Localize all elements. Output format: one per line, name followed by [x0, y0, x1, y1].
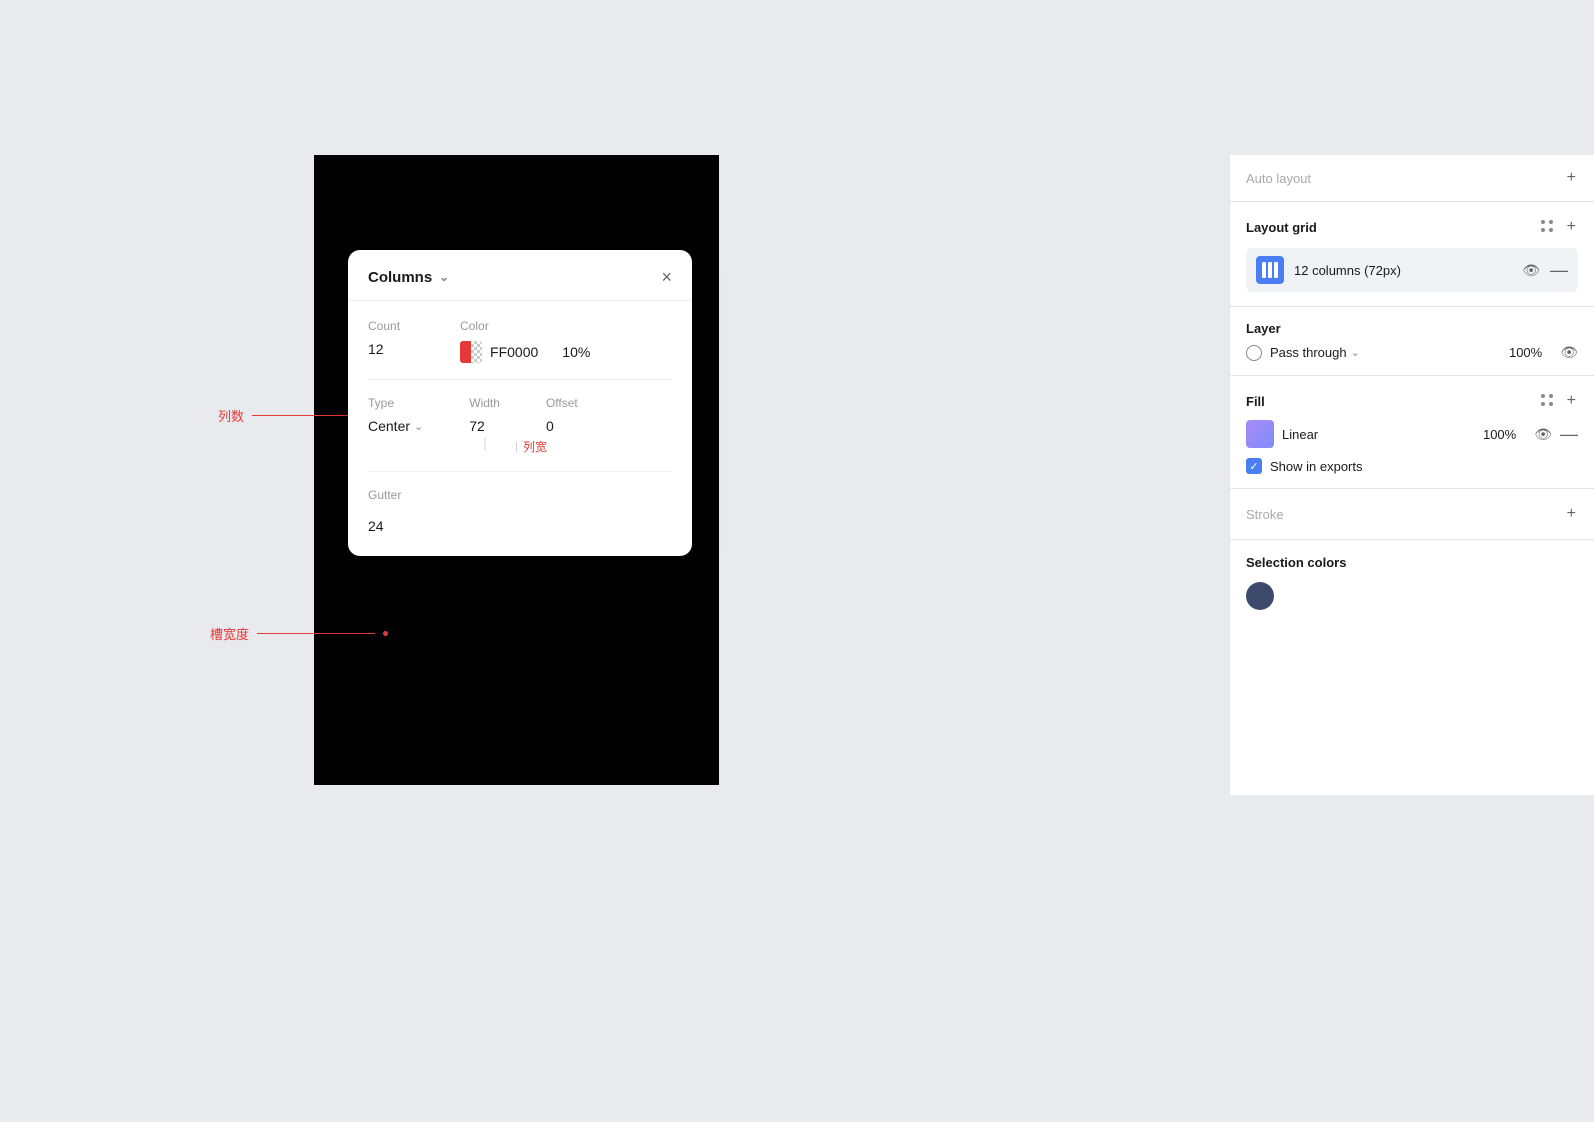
color-opacity-value[interactable]: 10% — [562, 344, 590, 360]
width-label: Width — [469, 396, 500, 410]
col-width-annotation: 列宽 — [523, 438, 547, 455]
color-swatch[interactable] — [460, 341, 482, 363]
type-field-wrapper: Type Center ⌄ — [368, 396, 423, 434]
fill-actions: + — [1541, 390, 1578, 412]
popup-close-button[interactable]: × — [661, 268, 672, 286]
gutter-line — [257, 633, 375, 634]
offset-field-wrapper: Offset 0 — [546, 396, 578, 434]
gutter-dot — [383, 631, 388, 636]
layer-visibility-icon[interactable]: 👁 — [1560, 344, 1578, 361]
count-value[interactable]: 12 — [368, 341, 400, 357]
grid-remove-icon[interactable]: — — [1550, 260, 1568, 281]
stroke-add-button[interactable]: + — [1565, 503, 1578, 525]
color-hex-value[interactable]: FF0000 — [490, 344, 538, 360]
count-color-row: Count 12 Color FF0000 10% — [368, 319, 672, 363]
layout-grid-section: Layout grid + 12 columns (72px) 👁 — — [1230, 202, 1594, 307]
col-width-annotation-row: 列宽 — [516, 438, 672, 455]
gutter-value[interactable]: 24 — [368, 518, 672, 534]
count-field: Count 12 — [368, 319, 400, 357]
annotation-line-v — [516, 442, 517, 452]
width-value[interactable]: 72 — [469, 418, 500, 434]
layout-grid-actions: + — [1541, 216, 1578, 238]
fill-section: Fill + Linear 100% 👁 — ✓ Show in exports — [1230, 376, 1594, 489]
type-value: Center — [368, 418, 410, 434]
fill-type-label: Linear — [1282, 427, 1475, 442]
grid-columns-icon — [1256, 256, 1284, 284]
title-chevron-icon: ⌄ — [439, 270, 449, 284]
color-input-row: FF0000 10% — [460, 341, 590, 363]
fill-opacity[interactable]: 100% — [1483, 427, 1516, 442]
fill-visibility-icon[interactable]: 👁 — [1534, 426, 1552, 443]
count-label: Count — [368, 319, 400, 333]
grid-visibility-icon[interactable]: 👁 — [1522, 262, 1540, 279]
layout-grid-header: Layout grid + — [1246, 216, 1578, 238]
auto-layout-add-button[interactable]: + — [1565, 167, 1578, 189]
divider-1 — [368, 379, 672, 380]
type-label: Type — [368, 396, 423, 410]
fill-header: Fill + — [1246, 390, 1578, 412]
type-chevron-icon: ⌄ — [414, 420, 423, 433]
auto-layout-section: Auto layout + — [1230, 155, 1594, 202]
gutter-label: Gutter — [368, 488, 672, 502]
layer-blend-mode[interactable]: Pass through ⌄ — [1270, 345, 1501, 360]
popup-header: Columns ⌄ × — [348, 250, 692, 301]
stroke-title: Stroke — [1246, 507, 1284, 522]
fill-row: Linear 100% 👁 — — [1246, 420, 1578, 448]
gutter-annotation: 槽宽度 — [210, 624, 388, 643]
popup-body: Count 12 Color FF0000 10% Type — [348, 301, 692, 556]
width-field-wrapper: Width 72 — [469, 396, 500, 434]
width-indicator — [484, 438, 485, 450]
gutter-text: 槽宽度 — [210, 624, 249, 643]
layer-blend-icon — [1246, 345, 1262, 361]
col-count-line — [252, 415, 362, 416]
type-width-offset-row: Type Center ⌄ Width 72 Offset 0 — [368, 396, 672, 434]
layout-grid-add-button[interactable]: + — [1565, 216, 1578, 238]
grid-row-actions: 👁 — — [1522, 260, 1568, 281]
type-select[interactable]: Center ⌄ — [368, 418, 423, 434]
fill-dots-icon — [1541, 394, 1555, 408]
selection-colors-section: Selection colors — [1230, 540, 1594, 624]
show-exports-checkbox[interactable]: ✓ — [1246, 458, 1262, 474]
col-count-text: 列数 — [218, 406, 244, 425]
grid-dots-icon — [1541, 220, 1555, 234]
grid-label: 12 columns (72px) — [1294, 263, 1512, 278]
blend-chevron-icon: ⌄ — [1351, 346, 1360, 359]
selection-colors-title: Selection colors — [1246, 555, 1346, 570]
layout-grid-title: Layout grid — [1246, 220, 1317, 235]
layer-header: Layer — [1246, 321, 1578, 336]
fill-color-swatch[interactable] — [1246, 420, 1274, 448]
fill-remove-icon[interactable]: — — [1560, 424, 1578, 445]
checkmark-icon: ✓ — [1249, 460, 1258, 473]
grid-row[interactable]: 12 columns (72px) 👁 — — [1246, 248, 1578, 292]
show-exports-row: ✓ Show in exports — [1246, 458, 1578, 474]
color-label: Color — [460, 319, 590, 333]
layer-title: Layer — [1246, 321, 1281, 336]
divider-2 — [368, 471, 672, 472]
fill-add-button[interactable]: + — [1565, 390, 1578, 412]
layer-opacity[interactable]: 100% — [1509, 345, 1542, 360]
offset-label: Offset — [546, 396, 578, 410]
popup-title: Columns ⌄ — [368, 269, 449, 286]
layer-section: Layer Pass through ⌄ 100% 👁 — [1230, 307, 1594, 376]
gutter-field-wrapper: Gutter 24 — [368, 488, 672, 534]
color-field-wrapper: Color FF0000 10% — [460, 319, 590, 363]
layer-row: Pass through ⌄ 100% 👁 — [1246, 344, 1578, 361]
columns-popup: Columns ⌄ × Count 12 Color FF0000 10% — [348, 250, 692, 556]
selection-color-preview[interactable] — [1246, 582, 1274, 610]
auto-layout-title: Auto layout — [1246, 171, 1311, 186]
stroke-section: Stroke + — [1230, 489, 1594, 540]
offset-value[interactable]: 0 — [546, 418, 578, 434]
show-exports-label: Show in exports — [1270, 459, 1363, 474]
fill-title: Fill — [1246, 394, 1265, 409]
right-panel: Auto layout + Layout grid + 12 columns (… — [1229, 155, 1594, 795]
